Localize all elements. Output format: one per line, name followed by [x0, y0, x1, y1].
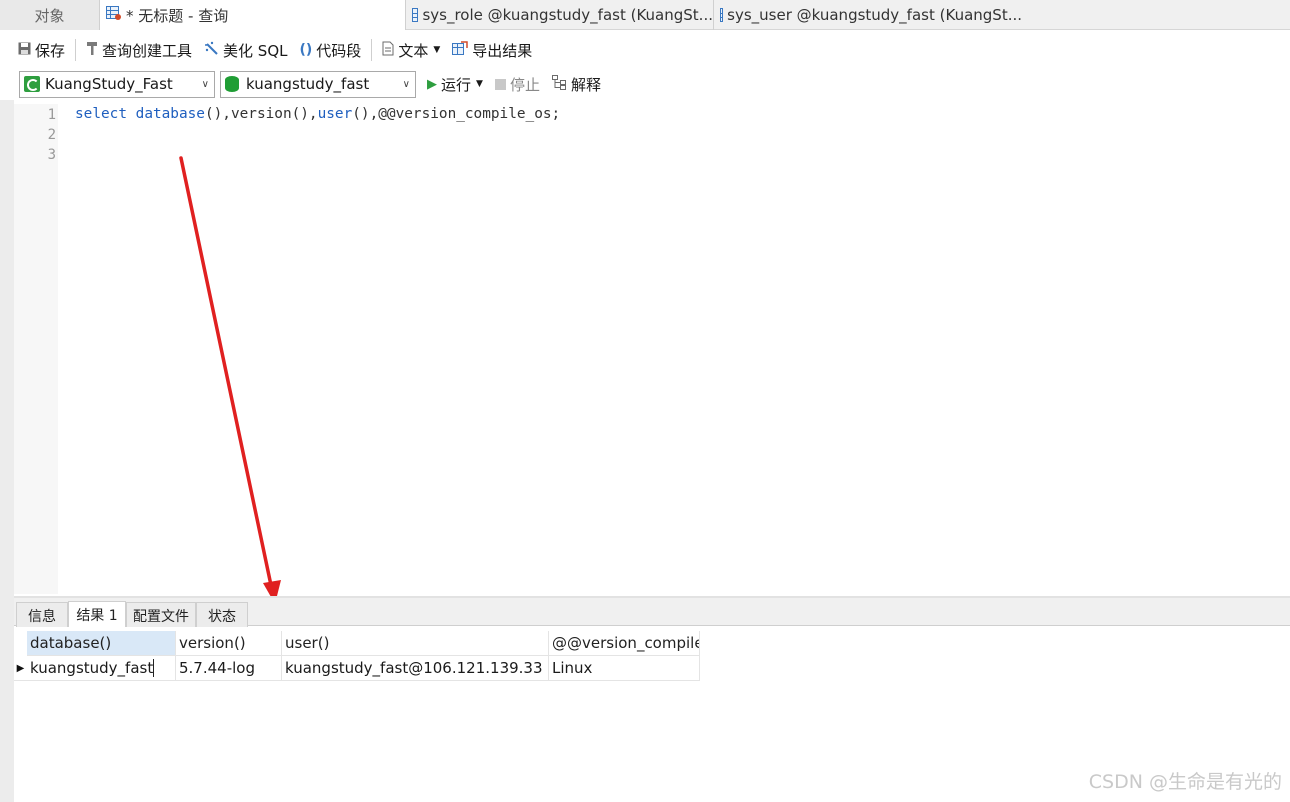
tab-info-label: 信息 [28, 608, 56, 625]
tab-profile-label: 配置文件 [133, 608, 189, 625]
query-grid-icon [106, 5, 122, 25]
keyword-user: user [317, 106, 353, 122]
chevron-down-icon: ∨ [402, 78, 410, 90]
dropdown-caret-icon[interactable]: ▼ [433, 45, 440, 55]
query-builder-label: 查询创建工具 [102, 41, 193, 60]
run-button-label: 运行 [441, 75, 472, 94]
watermark: CSDN @生命是有光的 [1088, 771, 1282, 793]
database-select[interactable]: kuangstudy_fast ∨ [220, 70, 416, 98]
connection-icon [24, 76, 40, 92]
row-indicator [14, 631, 27, 656]
beautify-sql-button[interactable]: 美化 SQL [198, 37, 293, 63]
magic-wand-icon [204, 41, 219, 60]
beautify-sql-label: 美化 SQL [223, 41, 288, 60]
result-tab-bar: 信息 结果 1 配置文件 状态 [14, 596, 1290, 628]
line-number: 1 [47, 107, 56, 123]
code-line-1: select database(),version(),user(),@@ver… [75, 106, 560, 122]
explain-button[interactable]: 解释 [546, 71, 607, 97]
tab-sys-role[interactable]: sys_role @kuangstudy_fast (KuangSt... [408, 0, 714, 30]
stop-icon [494, 78, 506, 90]
parentheses-icon: () [299, 42, 313, 58]
toolbar-divider [75, 39, 77, 61]
table-header-row: database() version() user() @@version_co… [14, 631, 700, 656]
tab-query[interactable]: * 无标题 - 查询 [100, 0, 406, 30]
explain-icon [551, 74, 567, 94]
export-results-button[interactable]: 导出结果 [446, 37, 538, 63]
column-header[interactable]: version() [176, 631, 282, 656]
save-icon [18, 42, 31, 59]
sql-editor[interactable]: select database(),version(),user(),@@ver… [58, 104, 1290, 594]
dropdown-caret-icon[interactable]: ▼ [476, 79, 483, 89]
table-cell[interactable]: kuangstudy_fast [27, 656, 176, 681]
code-snippet-button[interactable]: () 代码段 [294, 37, 368, 63]
column-header[interactable]: @@version_compile [549, 631, 700, 656]
column-header[interactable]: user() [282, 631, 549, 656]
tab-sys-user-label: sys_user @kuangstudy_fast (KuangSt... [727, 6, 1022, 24]
tab-status[interactable]: 状态 [196, 602, 248, 628]
stop-button-label: 停止 [509, 75, 540, 94]
text-mode-button[interactable]: 文本 ▼ [376, 37, 446, 63]
table-cell[interactable]: kuangstudy_fast@106.121.139.33 [282, 656, 549, 681]
document-tab-bar: 对象 * 无标题 - 查询 sys_role @kuangstudy_fast … [0, 0, 1290, 30]
table-row[interactable]: ▶ kuangstudy_fast 5.7.44-log kuangstudy_… [14, 656, 700, 681]
save-button[interactable]: 保存 [12, 37, 71, 63]
line-number-gutter: 1 2 3 [14, 104, 58, 594]
line-number: 3 [47, 147, 56, 163]
current-row-indicator-icon: ▶ [14, 656, 27, 681]
connection-select-value: KuangStudy_Fast [45, 75, 173, 93]
database-select-value: kuangstudy_fast [246, 75, 370, 93]
tab-profile[interactable]: 配置文件 [126, 602, 196, 628]
left-scroll-rail [0, 100, 14, 802]
table-cell[interactable]: 5.7.44-log [176, 656, 282, 681]
document-icon [382, 41, 394, 60]
tab-objects[interactable]: 对象 [0, 0, 100, 30]
explain-button-label: 解释 [570, 75, 601, 94]
save-button-label: 保存 [35, 41, 66, 60]
table-icon [412, 8, 419, 22]
connection-select[interactable]: KuangStudy_Fast ∨ [19, 70, 215, 98]
line-number: 2 [47, 127, 56, 143]
stop-button[interactable]: 停止 [489, 71, 546, 97]
play-icon: ▶ [427, 76, 437, 92]
query-toolbar: 保存 查询创建工具 美化 SQL () 代码段 文本 ▼ 导出结果 [12, 36, 538, 64]
column-header[interactable]: database() [27, 631, 176, 656]
keyword-select: select [75, 106, 127, 122]
code-text: (),@@version_compile_os; [352, 106, 561, 122]
keyword-database: database [135, 106, 205, 122]
export-results-label: 导出结果 [472, 41, 533, 60]
text-mode-label: 文本 [398, 41, 429, 60]
tab-status-label: 状态 [208, 608, 236, 625]
hammer-icon [86, 41, 98, 60]
tab-result-1-label: 结果 1 [76, 608, 118, 624]
toolbar-divider [371, 39, 373, 61]
tab-objects-label: 对象 [34, 6, 65, 25]
table-cell[interactable]: Linux [549, 656, 700, 681]
cell-text: kuangstudy_fast [30, 659, 155, 677]
tab-query-label: * 无标题 - 查询 [126, 6, 229, 25]
tab-result-1[interactable]: 结果 1 [68, 601, 126, 628]
chevron-down-icon: ∨ [201, 78, 209, 90]
tab-sys-user[interactable]: sys_user @kuangstudy_fast (KuangSt... [716, 0, 1022, 30]
database-icon [225, 76, 239, 92]
run-button[interactable]: ▶ 运行 ▼ [421, 71, 489, 97]
query-builder-button[interactable]: 查询创建工具 [80, 37, 198, 63]
export-icon [452, 40, 468, 60]
code-text: (),version(), [204, 106, 318, 122]
code-snippet-label: 代码段 [316, 41, 362, 60]
tab-sys-role-label: sys_role @kuangstudy_fast (KuangSt... [422, 6, 713, 24]
table-icon [720, 8, 724, 22]
connection-toolbar: KuangStudy_Fast ∨ kuangstudy_fast ∨ ▶ 运行… [19, 70, 607, 98]
tab-info[interactable]: 信息 [16, 602, 68, 628]
